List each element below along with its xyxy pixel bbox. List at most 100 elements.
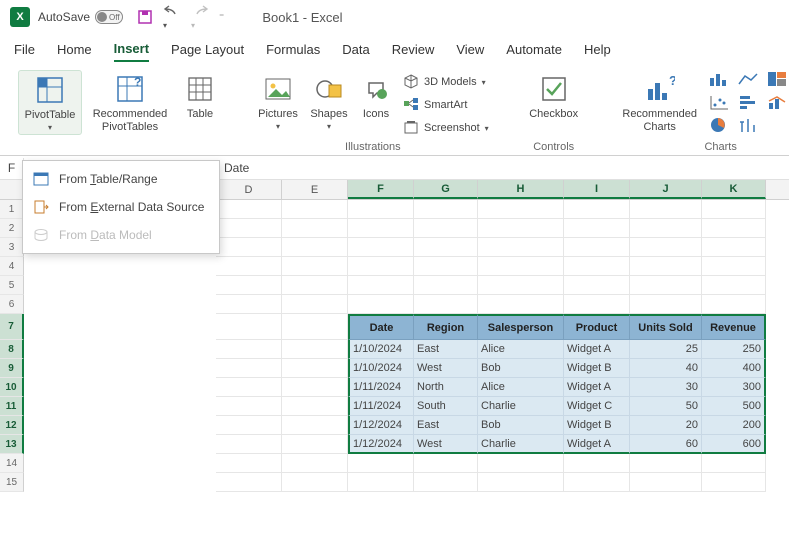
undo-icon[interactable]: ▾	[163, 3, 181, 31]
cell[interactable]	[630, 473, 702, 492]
row-header-13[interactable]: 13	[0, 435, 24, 454]
cell[interactable]	[348, 295, 414, 314]
table-cell[interactable]: North	[414, 378, 478, 397]
bar-chart-button[interactable]	[737, 93, 763, 113]
cell[interactable]	[702, 454, 766, 473]
cell[interactable]	[630, 200, 702, 219]
cell[interactable]	[216, 276, 282, 295]
cell[interactable]	[282, 276, 348, 295]
table-cell[interactable]: 60	[630, 435, 702, 454]
cell[interactable]	[630, 257, 702, 276]
cell[interactable]	[348, 219, 414, 238]
cell[interactable]	[282, 257, 348, 276]
cell[interactable]	[216, 219, 282, 238]
cell[interactable]	[414, 276, 478, 295]
cell[interactable]	[282, 473, 348, 492]
pivottable-button[interactable]: PivotTable ▾	[18, 70, 82, 135]
table-cell[interactable]: 1/12/2024	[348, 416, 414, 435]
cell[interactable]	[216, 340, 282, 359]
table-cell[interactable]: West	[414, 359, 478, 378]
col-header-h[interactable]: H	[478, 180, 564, 199]
recommended-charts-button[interactable]: ? Recommended Charts	[616, 70, 704, 135]
column-chart-button[interactable]	[708, 70, 734, 90]
table-cell[interactable]: 25	[630, 340, 702, 359]
table-cell[interactable]: South	[414, 397, 478, 416]
cell[interactable]	[702, 276, 766, 295]
row-header-1[interactable]: 1	[0, 200, 24, 219]
treemap-button[interactable]	[766, 70, 789, 90]
smartart-button[interactable]: SmartArt	[400, 95, 492, 115]
table-header-4[interactable]: Units Sold	[630, 314, 702, 340]
cell[interactable]	[216, 359, 282, 378]
customize-qat-icon[interactable]: ⁼	[219, 12, 224, 23]
name-box[interactable]: F	[0, 158, 24, 178]
from-external-data-item[interactable]: From External Data Source	[23, 193, 219, 221]
cell[interactable]	[282, 314, 348, 340]
table-cell[interactable]: 400	[702, 359, 766, 378]
table-header-1[interactable]: Region	[414, 314, 478, 340]
row-header-2[interactable]: 2	[0, 219, 24, 238]
cell[interactable]	[414, 473, 478, 492]
table-header-3[interactable]: Product	[564, 314, 630, 340]
table-cell[interactable]: Alice	[478, 340, 564, 359]
row-header-12[interactable]: 12	[0, 416, 24, 435]
tab-view[interactable]: View	[456, 38, 484, 61]
more-charts-button[interactable]	[766, 116, 789, 136]
cell[interactable]	[702, 219, 766, 238]
tab-page-layout[interactable]: Page Layout	[171, 38, 244, 61]
cell[interactable]	[478, 200, 564, 219]
row-header-6[interactable]: 6	[0, 295, 24, 314]
cell[interactable]	[478, 276, 564, 295]
redo-icon[interactable]: ▾	[191, 3, 209, 31]
row-header-4[interactable]: 4	[0, 257, 24, 276]
cell[interactable]	[216, 473, 282, 492]
col-header-d[interactable]: D	[216, 180, 282, 199]
screenshot-button[interactable]: Screenshot▾	[400, 118, 492, 138]
recommended-pivottables-button[interactable]: ? Recommended PivotTables	[86, 70, 174, 135]
cell[interactable]	[564, 238, 630, 257]
cell[interactable]	[630, 219, 702, 238]
cell[interactable]	[348, 257, 414, 276]
table-cell[interactable]: East	[414, 416, 478, 435]
cell[interactable]	[702, 200, 766, 219]
stats-chart-button[interactable]	[737, 116, 763, 136]
table-cell[interactable]: 250	[702, 340, 766, 359]
table-cell[interactable]: West	[414, 435, 478, 454]
row-header-15[interactable]: 15	[0, 473, 24, 492]
cell[interactable]	[348, 200, 414, 219]
cell[interactable]	[630, 454, 702, 473]
cell[interactable]	[478, 219, 564, 238]
tab-automate[interactable]: Automate	[506, 38, 562, 61]
cell[interactable]	[216, 378, 282, 397]
row-header-9[interactable]: 9	[0, 359, 24, 378]
cell[interactable]	[564, 276, 630, 295]
table-cell[interactable]: Bob	[478, 359, 564, 378]
cell[interactable]	[216, 397, 282, 416]
cell[interactable]	[282, 454, 348, 473]
table-cell[interactable]: 1/10/2024	[348, 359, 414, 378]
save-icon[interactable]	[137, 9, 153, 25]
table-cell[interactable]: 1/12/2024	[348, 435, 414, 454]
cell[interactable]	[282, 435, 348, 454]
combo-chart-button[interactable]	[766, 93, 789, 113]
row-header-5[interactable]: 5	[0, 276, 24, 295]
col-header-j[interactable]: J	[630, 180, 702, 199]
cell[interactable]	[414, 238, 478, 257]
tab-file[interactable]: File	[14, 38, 35, 61]
cell[interactable]	[702, 238, 766, 257]
cell[interactable]	[630, 295, 702, 314]
table-cell[interactable]: 200	[702, 416, 766, 435]
cell[interactable]	[348, 276, 414, 295]
cell[interactable]	[282, 238, 348, 257]
table-cell[interactable]: 20	[630, 416, 702, 435]
cell[interactable]	[564, 257, 630, 276]
3d-models-button[interactable]: 3D Models▾	[400, 72, 492, 92]
row-header-10[interactable]: 10	[0, 378, 24, 397]
cell[interactable]	[282, 397, 348, 416]
toggle-off-icon[interactable]: Off	[95, 10, 123, 24]
tab-formulas[interactable]: Formulas	[266, 38, 320, 61]
cell[interactable]	[282, 200, 348, 219]
table-cell[interactable]: Charlie	[478, 397, 564, 416]
table-cell[interactable]: Charlie	[478, 435, 564, 454]
tab-data[interactable]: Data	[342, 38, 369, 61]
